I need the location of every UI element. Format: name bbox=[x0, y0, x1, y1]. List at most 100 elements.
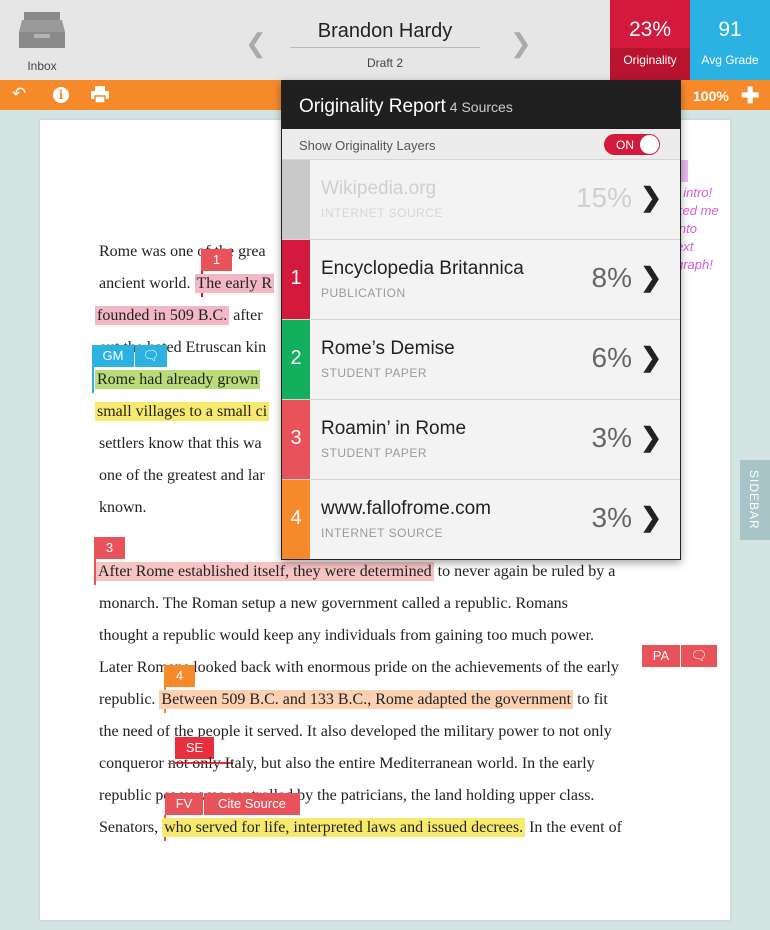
document-line: Rome was one of the grea bbox=[99, 241, 266, 263]
text: to never again be ruled by a bbox=[433, 563, 616, 580]
margin-comment-line: t intro! bbox=[676, 185, 713, 200]
text: ancient world. bbox=[99, 275, 195, 292]
source-number: 3 bbox=[290, 427, 302, 449]
report-title-text: Originality Report bbox=[299, 96, 446, 117]
source-type: STUDENT PAPER bbox=[321, 366, 428, 380]
source-percent: 6% bbox=[591, 342, 632, 373]
info-icon[interactable]: i bbox=[53, 87, 69, 103]
margin-comment-line: ext bbox=[676, 239, 694, 254]
chevron-right-icon[interactable]: ❯ bbox=[640, 262, 662, 293]
layers-toggle-label: Show Originality Layers bbox=[299, 138, 436, 153]
zoom-level[interactable]: 100% bbox=[693, 88, 729, 104]
source-name: Wikipedia.org bbox=[321, 178, 437, 199]
source-percent: 3% bbox=[591, 502, 632, 533]
source-name: Encyclopedia Britannica bbox=[321, 258, 524, 279]
source-number: 4 bbox=[290, 507, 302, 529]
student-name: Brandon Hardy bbox=[317, 20, 453, 42]
chevron-right-icon[interactable]: ❯ bbox=[640, 342, 662, 373]
margin-comment: t intro! ked me into ext graph! bbox=[676, 184, 719, 274]
highlight-bar bbox=[92, 367, 94, 393]
source-row[interactable]: 2 Rome’s Demise STUDENT PAPER 6% ❯ bbox=[282, 320, 680, 400]
sidebar-label: SIDEBAR bbox=[747, 470, 761, 530]
draft-label: Draft 2 bbox=[366, 56, 403, 70]
inbox-button[interactable]: Inbox bbox=[14, 10, 70, 73]
document-line: thought a republic would keep any indivi… bbox=[99, 625, 594, 647]
originality-layers-toggle[interactable]: ON bbox=[604, 134, 660, 155]
struck-text[interactable]: not only bbox=[168, 755, 221, 772]
source-row[interactable]: 3 Roamin’ in Rome STUDENT PAPER 3% ❯ bbox=[282, 400, 680, 480]
text: one of the greatest and lar bbox=[99, 467, 265, 484]
document-line: small villages to a small ci bbox=[95, 401, 270, 423]
highlight-yellow[interactable]: who served for life, interpreted laws an… bbox=[162, 818, 526, 837]
source-percent: 8% bbox=[591, 262, 632, 293]
top-header: Inbox ❮ Brandon Hardy Draft 2 ❯ 23% Orig… bbox=[0, 0, 770, 80]
source-percent: 15% bbox=[575, 182, 632, 213]
source-type: INTERNET SOURCE bbox=[321, 526, 443, 540]
source-row[interactable]: 4 www.fallofrome.com INTERNET SOURCE 3% … bbox=[282, 480, 680, 559]
back-arrow-icon[interactable]: ↶ bbox=[12, 84, 26, 104]
source-marker-3[interactable]: 3 bbox=[94, 537, 125, 559]
document-line: After Rome established itself, they were… bbox=[96, 561, 615, 583]
text: In the event of bbox=[525, 819, 622, 836]
document-line: ancient world. The early R bbox=[99, 273, 275, 295]
document-line: conqueror not only Italy, but also the e… bbox=[99, 753, 595, 775]
highlight-source-2[interactable]: Rome had already grown bbox=[95, 370, 261, 389]
source-marker-4[interactable]: 4 bbox=[164, 665, 195, 687]
text: settlers know that this wa bbox=[99, 435, 262, 452]
name-divider bbox=[290, 47, 480, 48]
feedback-marker[interactable]: FV bbox=[165, 793, 203, 815]
highlight-source-1[interactable]: founded in 509 B.C. bbox=[95, 306, 230, 325]
avg-grade-button[interactable]: 91 Avg Grade bbox=[690, 0, 770, 80]
source-type: PUBLICATION bbox=[321, 286, 406, 300]
chevron-right-icon[interactable]: ❯ bbox=[640, 502, 662, 533]
text: known. bbox=[99, 499, 147, 516]
document-line: one of the greatest and lar bbox=[99, 465, 265, 487]
source-color-band bbox=[282, 160, 310, 239]
source-marker-1[interactable]: 1 bbox=[201, 249, 232, 271]
source-row[interactable]: Wikipedia.org INTERNET SOURCE 15% ❯ bbox=[282, 160, 680, 240]
source-name: Rome’s Demise bbox=[321, 338, 455, 359]
praise-marker[interactable]: PA bbox=[642, 645, 680, 667]
highlight-yellow[interactable]: small villages to a small ci bbox=[95, 402, 270, 421]
comment-icon[interactable]: 🗨 bbox=[135, 345, 167, 367]
document-line: known. bbox=[99, 497, 147, 519]
inbox-icon bbox=[19, 12, 65, 48]
highlight-source-3[interactable]: After Rome established itself, they were… bbox=[96, 562, 434, 581]
source-row[interactable]: 1 Encyclopedia Britannica PUBLICATION 8%… bbox=[282, 240, 680, 320]
source-number: 1 bbox=[290, 267, 302, 289]
avg-grade-value: 91 bbox=[718, 18, 742, 41]
originality-report-popover: Originality Report 4 Sources Show Origina… bbox=[281, 80, 681, 560]
originality-label: Originality bbox=[623, 53, 677, 67]
document-line: republic. Between 509 B.C. and 133 B.C.,… bbox=[99, 689, 608, 711]
highlight-source-1[interactable]: The early R bbox=[194, 274, 275, 293]
comment-icon[interactable]: 🗨 bbox=[681, 645, 717, 667]
originality-value: 23% bbox=[628, 18, 672, 41]
toggle-knob bbox=[640, 135, 659, 154]
plus-icon[interactable]: ✚ bbox=[741, 83, 759, 109]
originality-score-button[interactable]: 23% Originality bbox=[610, 0, 690, 80]
text: monarch. The Roman setup a new governmen… bbox=[99, 595, 568, 612]
source-type: STUDENT PAPER bbox=[321, 446, 428, 460]
report-title: Originality Report 4 Sources bbox=[299, 96, 513, 118]
next-student-chevron-icon[interactable]: ❯ bbox=[510, 30, 532, 56]
report-header: Originality Report 4 Sources bbox=[282, 81, 680, 129]
print-icon[interactable] bbox=[91, 86, 109, 103]
cite-source-button[interactable]: Cite Source bbox=[204, 793, 300, 815]
document-line: Senators, who served for life, interpret… bbox=[99, 817, 622, 839]
text: conqueror bbox=[99, 755, 168, 772]
sidebar-tab[interactable]: SIDEBAR bbox=[740, 460, 770, 540]
document-line: founded in 509 B.C. after bbox=[95, 305, 263, 327]
margin-comment-line: ked me bbox=[676, 203, 719, 218]
text: to fit bbox=[573, 691, 608, 708]
previous-student-chevron-icon[interactable]: ❮ bbox=[245, 30, 267, 56]
highlight-source-4[interactable]: Between 509 B.C. and 133 B.C., Rome adap… bbox=[159, 690, 574, 709]
text: Senators, bbox=[99, 819, 163, 836]
source-name: www.fallofrome.com bbox=[321, 498, 491, 519]
grammar-marker[interactable]: GM bbox=[92, 345, 134, 367]
source-name: Roamin’ in Rome bbox=[321, 418, 467, 439]
avg-grade-label: Avg Grade bbox=[701, 53, 759, 67]
layers-toggle-row: Show Originality Layers ON bbox=[282, 129, 680, 160]
chevron-right-icon[interactable]: ❯ bbox=[640, 182, 662, 213]
toggle-state: ON bbox=[616, 138, 634, 152]
chevron-right-icon[interactable]: ❯ bbox=[640, 422, 662, 453]
